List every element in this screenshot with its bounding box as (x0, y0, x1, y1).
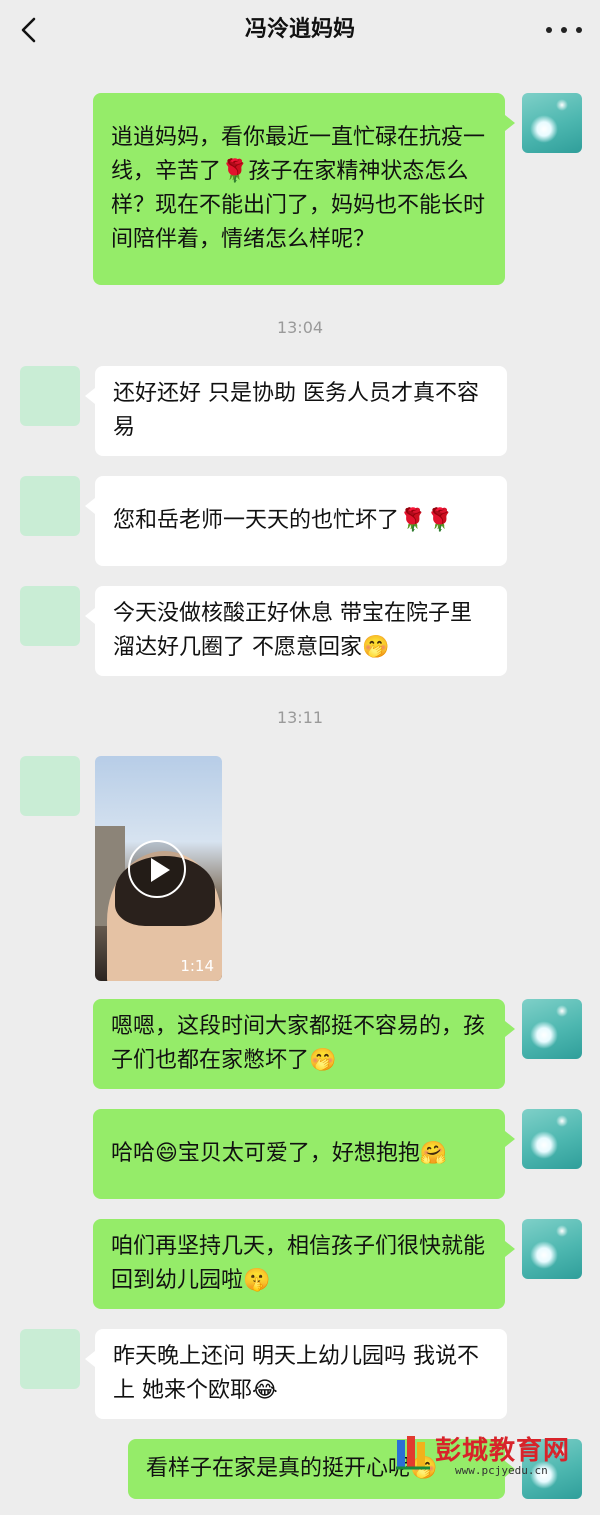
book-logo-icon (396, 1436, 430, 1470)
message-text: 看样子在家是真的挺开心呢🤭 (146, 1456, 438, 1481)
contact-avatar[interactable] (20, 756, 80, 816)
my-avatar[interactable] (522, 1109, 582, 1169)
message-text: 哈哈😄宝贝太可爱了，好想抱抱🤗 (111, 1141, 448, 1166)
timestamp: 13:11 (276, 708, 324, 727)
contact-avatar[interactable] (20, 586, 80, 646)
message-text: 咱们再坚持几天，相信孩子们很快就能回到幼儿园啦🤫 (111, 1234, 486, 1293)
message-bubble-received[interactable]: 您和岳老师一天天的也忙坏了🌹🌹 (85, 476, 507, 566)
chat-header: 冯泠逍妈妈 (0, 0, 600, 62)
message-bubble-sent[interactable]: 咱们再坚持几天，相信孩子们很快就能回到幼儿园啦🤫 (93, 1219, 515, 1309)
contact-avatar[interactable] (20, 1329, 80, 1389)
message-bubble-received[interactable]: 今天没做核酸正好休息 带宝在院子里溜达好几圈了 不愿意回家🤭 (85, 586, 507, 676)
video-duration: 1:14 (180, 957, 214, 975)
message-text: 昨天晚上还问 明天上幼儿园吗 我说不上 她来个欧耶😂 (113, 1344, 479, 1403)
message-bubble-sent[interactable]: 嗯嗯，这段时间大家都挺不容易的，孩子们也都在家憋坏了🤭 (93, 999, 515, 1089)
more-dots-icon[interactable] (546, 14, 582, 46)
watermark-url: www.pcjyedu.cn (455, 1464, 548, 1477)
message-text: 逍逍妈妈，看你最近一直忙碌在抗疫一线，辛苦了🌹孩子在家精神状态怎么样？现在不能出… (111, 125, 486, 252)
message-bubble-received[interactable]: 昨天晚上还问 明天上幼儿园吗 我说不上 她来个欧耶😂 (85, 1329, 507, 1419)
message-bubble-sent[interactable]: 逍逍妈妈，看你最近一直忙碌在抗疫一线，辛苦了🌹孩子在家精神状态怎么样？现在不能出… (93, 93, 515, 285)
play-icon[interactable] (128, 840, 186, 898)
watermark: 彭城教育网 www.pcjyedu.cn (395, 1430, 590, 1482)
message-bubble-sent[interactable]: 哈哈😄宝贝太可爱了，好想抱抱🤗 (93, 1109, 515, 1199)
my-avatar[interactable] (522, 999, 582, 1059)
message-text: 嗯嗯，这段时间大家都挺不容易的，孩子们也都在家憋坏了🤭 (111, 1014, 486, 1073)
watermark-title: 彭城教育网 (435, 1436, 571, 1466)
message-bubble-received[interactable]: 还好还好 只是协助 医务人员才真不容易 (85, 366, 507, 456)
contact-avatar[interactable] (20, 476, 80, 536)
my-avatar[interactable] (522, 1219, 582, 1279)
message-text: 今天没做核酸正好休息 带宝在院子里溜达好几圈了 不愿意回家🤭 (113, 601, 472, 660)
my-avatar[interactable] (522, 93, 582, 153)
timestamp: 13:04 (276, 318, 324, 337)
message-text: 您和岳老师一天天的也忙坏了🌹🌹 (113, 508, 454, 533)
video-message[interactable]: 1:14 (95, 756, 222, 981)
contact-avatar[interactable] (20, 366, 80, 426)
message-text: 还好还好 只是协助 医务人员才真不容易 (113, 381, 479, 440)
chat-title: 冯泠逍妈妈 (244, 17, 355, 42)
